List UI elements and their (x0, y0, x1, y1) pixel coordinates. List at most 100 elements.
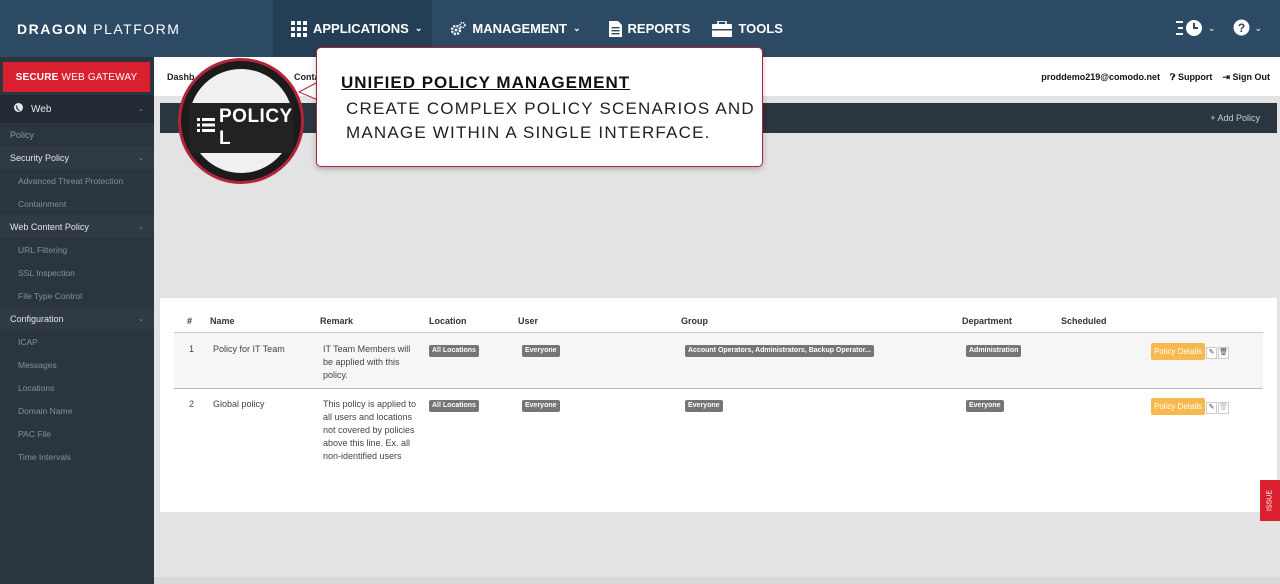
trash-icon[interactable]: 🗑︎ (1218, 401, 1230, 414)
sidebar-item-label: Advanced Threat Protection (18, 175, 124, 186)
sidebar-item-label: Configuration (10, 313, 64, 324)
add-policy-button[interactable]: + Add Policy (1210, 113, 1260, 123)
edit-icon[interactable]: ✎ (1206, 401, 1218, 414)
sidebar-item-time-intervals[interactable]: Time Intervals (0, 445, 154, 468)
sidebar-item-label: SSL Inspection (18, 267, 75, 278)
sidebar-item-web-label: Web (31, 103, 52, 115)
brand-bold: DRAGON (17, 20, 89, 37)
location-badge: All Locations (429, 344, 479, 357)
group-badge: Everyone (685, 399, 723, 412)
magnifier-overlay: POLICY L (178, 58, 304, 184)
sidebar-item-web[interactable]: Web ⌄ (0, 95, 154, 123)
scheduled-cell (1061, 332, 1151, 389)
trash-icon[interactable]: 🗑︎ (1218, 346, 1230, 359)
sidebar-item-containment[interactable]: Containment (0, 192, 154, 215)
secure-web-gateway-button[interactable]: SECURE WEB GATEWAY (3, 62, 150, 92)
signout-label: Sign Out (1232, 72, 1271, 82)
help-circle-icon: ❓︎ (1170, 72, 1176, 82)
sidebar-item-configuration[interactable]: Configuration ⌄ (0, 307, 154, 330)
help-menu[interactable]: ? ⌄ (1233, 19, 1262, 38)
sidebar-item-label: PAC File (18, 428, 51, 439)
support-label: Support (1177, 72, 1213, 82)
signout-link[interactable]: ⇥ Sign Out (1222, 72, 1270, 83)
globe-icon (14, 103, 23, 115)
chevron-down-icon: ⌄ (572, 23, 581, 33)
sidebar-item-label: ICAP (18, 336, 38, 347)
nav-tools-label: TOOLS (738, 21, 783, 36)
policy-name: Policy for IT Team (210, 332, 320, 389)
document-icon (608, 20, 622, 37)
sign-out-icon: ⇥ (1222, 72, 1230, 82)
callout-title: UNIFIED POLICY MANAGEMENT (341, 73, 631, 92)
policy-remark: This policy is applied to all users and … (323, 398, 417, 461)
product-rest: WEB GATEWAY (61, 71, 138, 83)
sidebar-item-url-filtering[interactable]: URL Filtering (0, 238, 154, 261)
history-icon (1175, 19, 1204, 39)
topbar-right: ⌄ ? ⌄ (1175, 0, 1280, 57)
column-header-actions (1151, 310, 1263, 333)
add-policy-label: Add Policy (1217, 113, 1260, 123)
row-number: 2 (189, 398, 195, 409)
sidebar-item-messages[interactable]: Messages (0, 353, 154, 376)
support-link[interactable]: ❓︎ Support (1170, 72, 1212, 83)
sidebar-item-icap[interactable]: ICAP (0, 330, 154, 353)
column-header: # (174, 310, 210, 333)
sidebar-item-label: Containment (18, 198, 67, 209)
column-header: Location (429, 310, 518, 333)
sidebar-item-policy[interactable]: Policy (0, 123, 154, 146)
history-menu[interactable]: ⌄ (1175, 19, 1216, 39)
report-issue-tab[interactable]: ISSUE (1260, 480, 1280, 521)
chevron-down-icon: ⌄ (138, 106, 144, 113)
callout-body: CREATE COMPLEX POLICY SCENARIOS AND MANA… (346, 99, 755, 142)
user-links: proddemo219@comodo.net ❓︎ Support ⇥ Sign… (1041, 72, 1270, 83)
gears-icon (450, 21, 467, 37)
sidebar-item-pac-file[interactable]: PAC File (0, 422, 154, 445)
sidebar-item-label: Time Intervals (18, 451, 72, 462)
sidebar-item-label: Locations (18, 382, 55, 393)
sidebar-item-locations[interactable]: Locations (0, 376, 154, 399)
scheduled-cell (1061, 388, 1151, 484)
sidebar-item-web-content-policy[interactable]: Web Content Policy ⌄ (0, 215, 154, 238)
policy-remark: IT Team Members will be applied with thi… (320, 332, 429, 389)
sidebar-item-domain-name[interactable]: Domain Name (0, 399, 154, 422)
plus-icon: + (1210, 113, 1216, 123)
sidebar-item-label: Domain Name (18, 405, 73, 416)
sidebar-item-ssl-inspection[interactable]: SSL Inspection (0, 261, 154, 284)
department-badge: Administration (966, 344, 1022, 357)
table-row[interactable]: 1 Policy for IT Team IT Team Members wil… (174, 332, 1263, 389)
sidebar-item-label: URL Filtering (18, 244, 68, 255)
nav-applications-label: APPLICATIONS (313, 21, 409, 36)
table-row[interactable]: 2 Global policy This policy is applied t… (174, 388, 1263, 484)
sidebar-item-file-type-control[interactable]: File Type Control (0, 284, 154, 307)
sidebar-item-label: File Type Control (18, 290, 83, 301)
magnifier-text: POLICY L (219, 106, 293, 149)
magnifier-lens: POLICY L (181, 61, 301, 181)
department-badge: Everyone (966, 399, 1004, 412)
chevron-down-icon: ⌄ (138, 154, 144, 162)
user-email[interactable]: proddemo219@comodo.net (1041, 72, 1160, 83)
list-icon (197, 117, 215, 139)
svg-text:?: ? (1238, 21, 1245, 35)
toolbox-icon (712, 20, 733, 37)
chevron-down-icon: ⌄ (414, 23, 423, 33)
brand-logo[interactable]: DRAGON PLATFORM (0, 0, 273, 57)
policy-details-button[interactable]: Policy Details (1151, 397, 1206, 415)
help-icon: ? (1233, 19, 1250, 38)
sidebar-item-label: Web Content Policy (10, 221, 89, 232)
edit-icon[interactable]: ✎ (1206, 346, 1218, 359)
chevron-down-icon: ⌄ (1207, 23, 1216, 33)
sidebar-item-advanced-threat-protection[interactable]: Advanced Threat Protection (0, 169, 154, 192)
nav-reports-label: REPORTS (627, 21, 691, 36)
sidebar-item-security-policy[interactable]: Security Policy ⌄ (0, 146, 154, 169)
sidebar: SECURE WEB GATEWAY Web ⌄ Policy Security… (0, 57, 154, 584)
group-badge: Account Operators, Administrators, Backu… (685, 344, 874, 357)
policy-details-button[interactable]: Policy Details (1151, 342, 1206, 360)
breadcrumb-dashboard[interactable]: Dashb (167, 72, 195, 82)
sidebar-item-label: Policy (10, 129, 35, 140)
column-header: Scheduled (1061, 310, 1151, 333)
location-badge: All Locations (429, 399, 479, 412)
feature-callout: UNIFIED POLICY MANAGEMENT CREATE COMPLEX… (316, 47, 763, 167)
column-header: Group (681, 310, 962, 333)
row-number: 1 (174, 332, 210, 389)
user-badge: Everyone (522, 399, 560, 412)
